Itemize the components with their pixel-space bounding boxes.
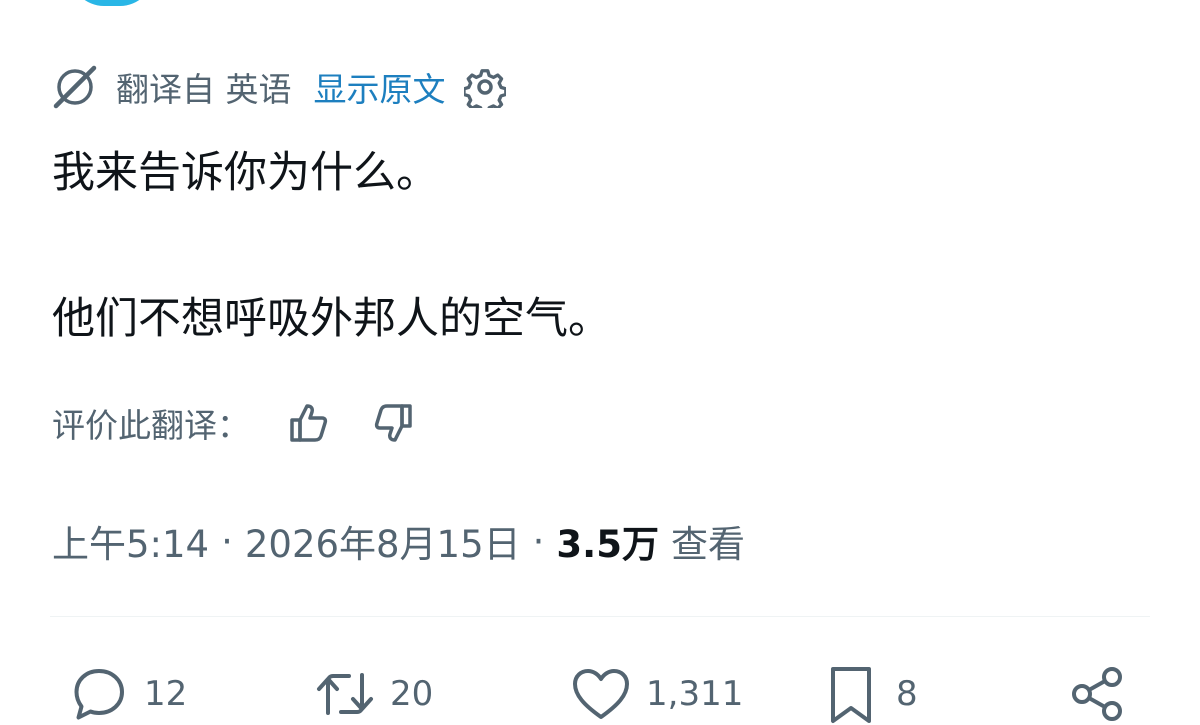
tweet-time: 上午5:14 [52, 523, 210, 566]
thumbs-down-icon[interactable] [368, 400, 414, 446]
bookmark-button[interactable]: 8 [820, 664, 918, 724]
reply-button[interactable]: 12 [68, 664, 187, 724]
rate-translation-label: 评价此翻译： [52, 406, 250, 445]
like-button[interactable]: 1,311 [570, 664, 743, 724]
bookmark-icon [820, 663, 882, 725]
views-count: 3.5万 [556, 523, 659, 566]
tweet-text-line-1: 我来告诉你为什么。 [52, 148, 439, 198]
reply-icon [68, 663, 130, 725]
divider [50, 616, 1150, 617]
tweet-text-line-2: 他们不想呼吸外邦人的空气。 [52, 294, 611, 344]
share-button[interactable] [1066, 664, 1128, 724]
share-icon [1066, 663, 1128, 725]
reply-count: 12 [144, 674, 188, 714]
views-label: 查看 [670, 523, 745, 566]
retweet-icon [314, 663, 376, 725]
avatar[interactable] [70, 0, 154, 6]
bookmark-count: 8 [896, 674, 918, 714]
retweet-button[interactable]: 20 [314, 664, 433, 724]
rate-translation-bar: 评价此翻译： [52, 398, 448, 448]
translated-from-label: 翻译自 英语 [116, 70, 292, 109]
meta-separator: · [532, 519, 545, 563]
heart-icon [570, 663, 632, 725]
meta-separator: · [221, 519, 233, 563]
gear-icon[interactable] [463, 66, 506, 108]
tweet-date[interactable]: 2026年8月15日 [245, 514, 521, 568]
tweet-meta: 上午5:14 · 2026年8月15日 · 3.5万 查看 [52, 514, 745, 568]
retweet-count: 20 [390, 674, 434, 714]
translation-bar: 翻译自 英语 显示原文 [52, 62, 506, 112]
show-original-link[interactable]: 显示原文 [314, 63, 446, 111]
translate-globe-icon [52, 64, 98, 110]
like-count: 1,311 [646, 674, 744, 714]
thumbs-up-icon[interactable] [288, 400, 334, 446]
